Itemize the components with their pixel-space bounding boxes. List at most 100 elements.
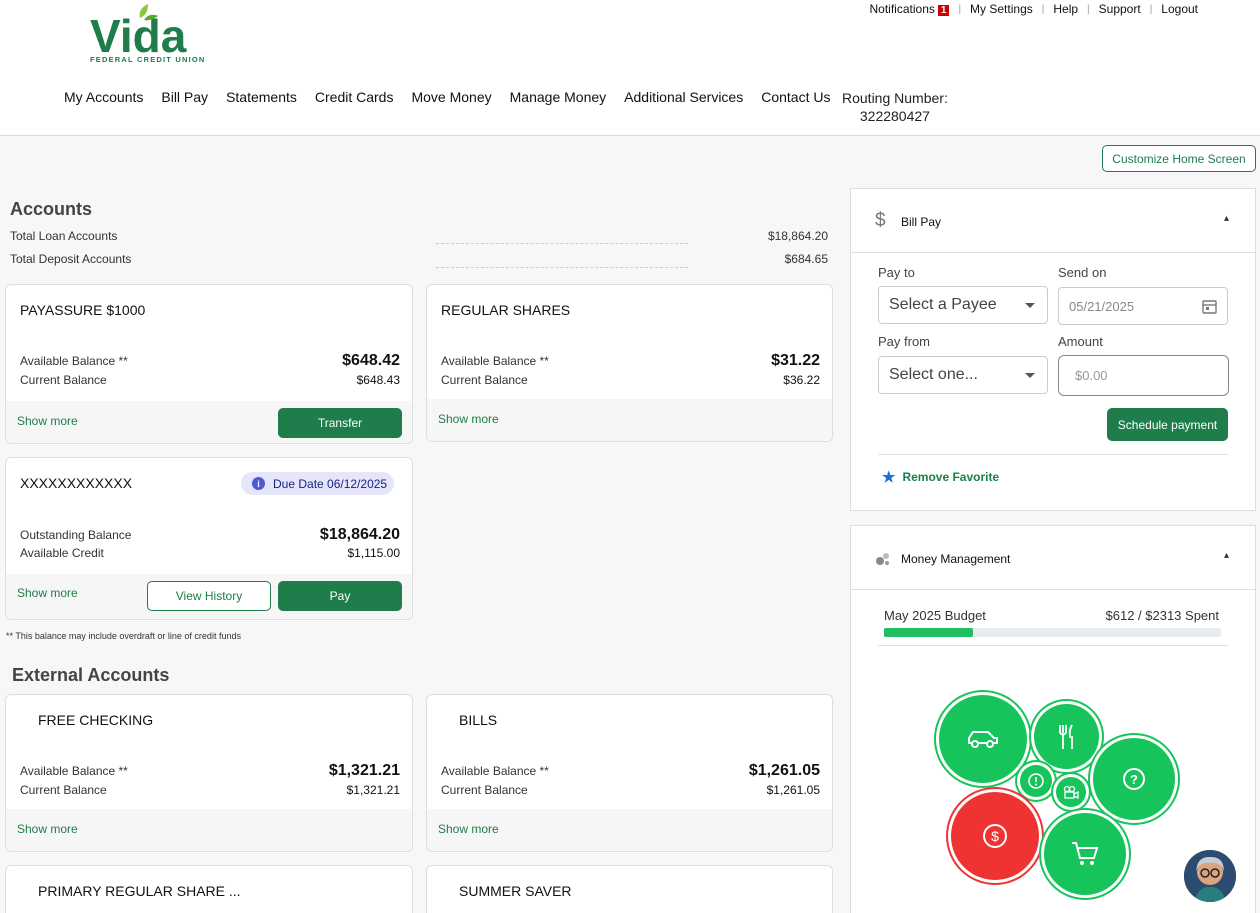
budget-progress-fill [884,628,974,637]
customize-home-button[interactable]: Customize Home Screen [1102,145,1256,172]
total-loan-value: $18,864.20 [767,229,828,243]
help-link[interactable]: Help [1053,2,1078,16]
current-balance-value: $648.43 [356,373,400,387]
account-name: PRIMARY REGULAR SHARE ... [38,883,241,899]
nav-contact-us[interactable]: Contact Us [761,89,830,105]
nav-my-accounts[interactable]: My Accounts [64,89,143,105]
account-name: PAYASSURE $1000 [20,302,146,318]
pay-to-label: Pay to [878,265,915,280]
collapse-icon[interactable]: ▴ [1224,213,1229,224]
help-icon: ? [1123,768,1145,790]
current-balance-label: Current Balance [20,373,107,387]
alert-category-bubble[interactable] [1020,765,1052,797]
pay-from-select[interactable]: Select one... [878,356,1048,394]
account-card-primary-regular-share[interactable]: PRIMARY REGULAR SHARE ... [5,865,413,913]
logout-link[interactable]: Logout [1161,2,1198,16]
uncategorized-bubble[interactable]: ? [1093,738,1175,820]
external-accounts-title: External Accounts [12,665,170,685]
calendar-icon[interactable] [1202,299,1217,314]
divider [436,267,688,268]
assistant-avatar[interactable] [1184,850,1236,902]
svg-text:$: $ [991,828,999,844]
nav-credit-cards[interactable]: Credit Cards [315,89,394,105]
income-category-bubble[interactable]: $ [951,792,1039,880]
collapse-icon[interactable]: ▴ [1224,550,1229,561]
account-card-payassure[interactable]: PAYASSURE $1000 Available Balance ** $64… [5,284,413,444]
show-more-link[interactable]: Show more [17,586,78,600]
alert-icon [1028,773,1044,789]
routing-label: Routing Number: [842,90,948,106]
nav-move-money[interactable]: Move Money [411,89,491,105]
available-balance-value: $31.22 [771,352,820,369]
pay-button[interactable]: Pay [278,581,402,611]
transfer-button[interactable]: Transfer [278,408,402,438]
dining-icon [1058,724,1073,749]
show-more-link[interactable]: Show more [17,414,78,428]
divider [436,243,688,244]
payee-select[interactable]: Select a Payee [878,286,1048,324]
account-card-credit[interactable]: XXXXXXXXXXXX i Due Date 06/12/2025 Outsta… [5,457,413,620]
divider: | [1149,3,1153,15]
bill-pay-title: Bill Pay [901,215,942,229]
current-balance-value: $36.22 [783,373,820,387]
routing-number: Routing Number: 322280427 [842,89,948,125]
notifications-link[interactable]: Notifications 1 [870,2,950,16]
available-balance-value: $1,261.05 [748,762,820,779]
nav-bill-pay[interactable]: Bill Pay [161,89,208,105]
current-balance-value: $1,321.21 [346,783,400,797]
shopping-category-bubble[interactable] [1044,813,1126,895]
amount-input[interactable]: $0.00 [1058,355,1229,396]
divider: | [958,3,962,15]
schedule-payment-button[interactable]: Schedule payment [1107,408,1228,441]
entertainment-category-bubble[interactable] [1056,777,1086,807]
available-balance-label: Available Balance ** [441,764,549,778]
bill-pay-panel: $ Bill Pay ▴ Pay to Select a Payee Send … [850,188,1256,511]
account-card-bills[interactable]: BILLS Available Balance ** $1,261.05 Cur… [426,694,833,852]
money-management-title: Money Management [901,552,1011,566]
available-balance-label: Available Balance ** [441,354,549,368]
send-date-input[interactable]: 05/21/2025 [1058,287,1228,325]
view-history-button[interactable]: View History [147,581,271,611]
total-loan-label: Total Loan Accounts [10,229,118,243]
show-more-link[interactable]: Show more [438,822,499,836]
bill-pay-header[interactable]: $ Bill Pay ▴ [851,189,1255,253]
account-card-summer-saver[interactable]: SUMMER SAVER [426,865,833,913]
dining-category-bubble[interactable] [1034,704,1099,769]
account-card-regular-shares[interactable]: REGULAR SHARES Available Balance ** $31.… [426,284,833,442]
my-settings-link[interactable]: My Settings [970,2,1033,16]
dollar-icon: $ [983,824,1007,848]
nav-manage-money[interactable]: Manage Money [510,89,607,105]
divider: | [1087,3,1090,15]
chevron-down-icon [1025,303,1035,308]
remove-favorite-link[interactable]: ★ Remove Favorite [882,468,999,486]
divider [878,645,1228,646]
money-management-header[interactable]: Money Management ▴ [851,526,1255,590]
show-more-link[interactable]: Show more [17,822,78,836]
account-name: BILLS [459,712,498,728]
bubbles-icon [876,553,889,565]
outstanding-balance-label: Outstanding Balance [20,528,132,542]
account-name: FREE CHECKING [38,712,154,728]
divider: | [1041,3,1045,15]
account-card-free-checking[interactable]: FREE CHECKING Available Balance ** $1,32… [5,694,413,852]
car-category-bubble[interactable] [939,695,1027,783]
current-balance-label: Current Balance [20,783,107,797]
utility-nav: Notifications 1 | My Settings | Help | Su… [870,2,1198,16]
info-icon: i [252,477,265,490]
show-more-link[interactable]: Show more [438,412,499,426]
available-balance-value: $648.42 [342,352,400,369]
main-nav: My Accounts Bill Pay Statements Credit C… [64,89,848,105]
star-icon: ★ [882,469,896,486]
total-deposit-row: Total Deposit Accounts $684.65 [10,252,828,266]
nav-statements[interactable]: Statements [226,89,297,105]
support-link[interactable]: Support [1099,2,1141,16]
budget-progress-bar [884,628,1221,637]
amount-label: Amount [1058,334,1103,349]
nav-additional-services[interactable]: Additional Services [624,89,743,105]
entertainment-icon [1063,785,1079,799]
due-date-badge: i Due Date 06/12/2025 [241,472,394,495]
shopping-cart-icon [1072,842,1099,865]
available-balance-label: Available Balance ** [20,764,128,778]
total-deposit-label: Total Deposit Accounts [10,252,132,266]
account-name: REGULAR SHARES [441,302,571,318]
